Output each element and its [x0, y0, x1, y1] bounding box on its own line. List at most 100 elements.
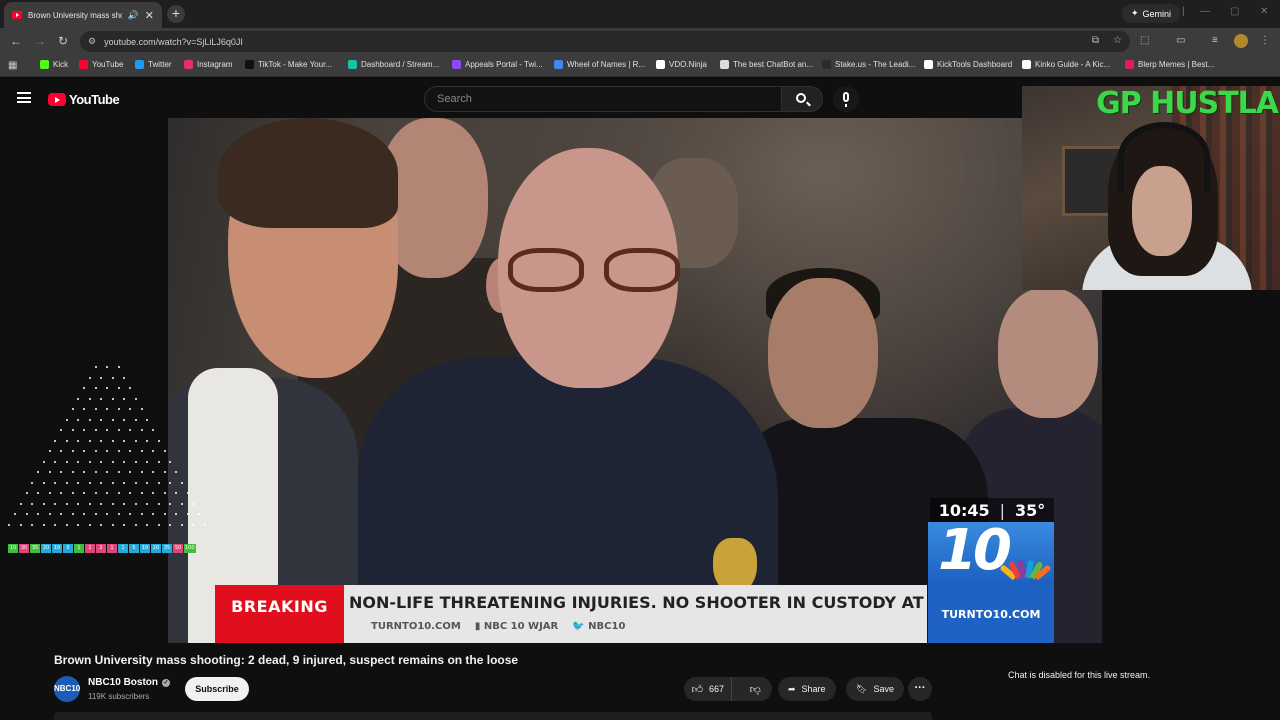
plinko-peg [169, 481, 172, 484]
plinko-peg [134, 418, 137, 421]
profile-avatar[interactable] [1234, 34, 1248, 48]
new-tab-button[interactable]: + [167, 5, 185, 23]
plinko-peg [106, 450, 108, 452]
menu-icon[interactable] [17, 92, 31, 103]
bookmark-instagram[interactable]: Instagram [184, 60, 233, 69]
like-button[interactable]: 👍︎ 667 [684, 677, 733, 701]
window-close-icon[interactable]: ✕ [1260, 6, 1268, 17]
site-info-icon[interactable]: ⚙ [88, 36, 96, 47]
forward-icon[interactable]: → [34, 34, 46, 48]
plinko-peg [71, 471, 74, 473]
back-icon[interactable]: ← [10, 34, 22, 48]
save-button[interactable]: 🔖︎ Save [846, 677, 904, 701]
subscribe-button[interactable]: Subscribe [185, 677, 249, 701]
media-icon[interactable]: ▭ [1176, 35, 1185, 46]
plinko-peg [60, 429, 62, 431]
address-bar[interactable]: ⚙ youtube.com/watch?v=SjLiLJ6q0JI ⧉ ☆ [80, 31, 1130, 52]
bookmark-vdo[interactable]: VDO.Ninja [656, 60, 707, 69]
queue-icon[interactable]: ≡ [1212, 35, 1218, 46]
like-dislike-group: 👍︎ 667 👎︎ [684, 677, 772, 701]
description-panel-edge [54, 712, 932, 720]
video-player[interactable]: 10:45 | 35° 10 BREAKING NON-LIFE THREATE… [168, 118, 1102, 643]
plinko-peg [123, 460, 126, 463]
bookmark-stake[interactable]: Stake.us - The Leadi... [822, 60, 915, 69]
channel-name-text[interactable]: NBC10 Boston [88, 677, 158, 688]
bookmark-star-icon[interactable]: ☆ [1113, 35, 1122, 46]
plinko-peg [180, 502, 183, 505]
voice-search-button[interactable] [833, 86, 859, 112]
plinko-multiplier: 30 [19, 544, 29, 553]
reload-icon[interactable]: ↻ [58, 34, 68, 48]
plinko-peg [106, 387, 108, 389]
plinko-peg [88, 439, 91, 442]
plinko-peg [94, 513, 97, 515]
plinko-peg [152, 471, 154, 473]
plinko-peg [60, 513, 62, 515]
url-text[interactable]: youtube.com/watch?v=SjLiLJ6q0JI [104, 37, 243, 47]
bookmark-twitter[interactable]: Twitter [135, 60, 172, 69]
far-right-person-head [998, 288, 1098, 418]
chat-disabled-message: Chat is disabled for this live stream. [1008, 670, 1151, 680]
plinko-peg [111, 397, 114, 400]
plinko-peg [88, 418, 91, 421]
bookmark-icon: 🔖︎ [856, 683, 868, 694]
search-button[interactable] [781, 86, 823, 112]
plinko-peg [31, 502, 34, 505]
plinko-peg [140, 408, 143, 410]
restore-icon[interactable]: ▢ [1230, 6, 1239, 17]
bookmark-kicktools[interactable]: KickTools Dashboard [924, 60, 1012, 69]
plinko-peg [111, 376, 114, 379]
menu-dots-icon[interactable]: ⋮ [1260, 35, 1270, 46]
plinko-peg [146, 460, 149, 463]
plinko-peg [65, 502, 68, 505]
bookmark-tiktok[interactable]: TikTok - Make Your... [245, 60, 332, 69]
channel-avatar[interactable]: NBC10 [54, 676, 80, 702]
bookmark-wheel[interactable]: Wheel of Names | R... [554, 60, 645, 69]
plinko-peg [169, 523, 172, 526]
bookmark-kick[interactable]: Kick [40, 60, 68, 69]
tab-title: Brown University mass shooting: 2 dead, … [28, 10, 122, 20]
search-input[interactable] [425, 87, 781, 111]
gemini-button[interactable]: ✦ Gemini [1122, 4, 1181, 23]
plinko-peg [175, 471, 177, 473]
bookmark-youtube[interactable]: YouTube [79, 60, 123, 69]
plinko-peg [94, 492, 97, 494]
vdo-ninja-icon [656, 60, 665, 69]
speaker-icon[interactable]: 🔊 [128, 10, 139, 21]
plinko-peg [42, 502, 45, 505]
plinko-peg [8, 523, 11, 526]
plinko-peg [134, 502, 137, 505]
plinko-multiplier: 5 [129, 544, 139, 553]
plinko-peg [152, 450, 154, 452]
kicktools-icon [924, 60, 933, 69]
plinko-peg [100, 439, 103, 442]
apps-grid-icon[interactable]: ▦ [8, 60, 17, 71]
station-url: TURNTO10.COM [928, 585, 1054, 643]
search-box[interactable] [424, 86, 782, 112]
share-button[interactable]: ➦ Share [778, 677, 836, 701]
plinko-peg [77, 439, 80, 442]
minimize-icon[interactable]: — [1200, 6, 1210, 17]
browser-tab[interactable]: Brown University mass shooting: 2 dead, … [4, 2, 162, 28]
bookmark-kinko[interactable]: Kinko Guide - A Kic... [1022, 60, 1110, 69]
plinko-peg [140, 450, 143, 452]
tiktok-icon [245, 60, 254, 69]
bookmark-appeals[interactable]: Appeals Portal - Twi... [452, 60, 543, 69]
plinko-multiplier: 10 [8, 544, 18, 553]
bookmark-blerp[interactable]: Blerp Memes | Best... [1125, 60, 1214, 69]
channel-name[interactable]: NBC10 Boston ✓ [88, 677, 171, 688]
verified-icon: ✓ [162, 678, 171, 687]
microphone-icon [843, 92, 849, 107]
youtube-logo[interactable]: YouTube [48, 92, 120, 107]
install-app-icon[interactable]: ⧉ [1092, 35, 1099, 46]
bookmark-chatbot[interactable]: The best ChatBot an... [720, 60, 813, 69]
more-actions-button[interactable]: ··· [908, 677, 932, 701]
close-tab-icon[interactable]: ✕ [145, 9, 154, 22]
dislike-button[interactable]: 👎︎ [738, 677, 772, 701]
plinko-peg [117, 513, 120, 515]
plinko-peg [111, 460, 114, 463]
plinko-peg [146, 481, 149, 484]
extensions-icon[interactable]: ⬚ [1140, 35, 1149, 46]
bookmark-dashboard[interactable]: Dashboard / Stream... [348, 60, 439, 69]
plinko-peg [54, 502, 57, 505]
